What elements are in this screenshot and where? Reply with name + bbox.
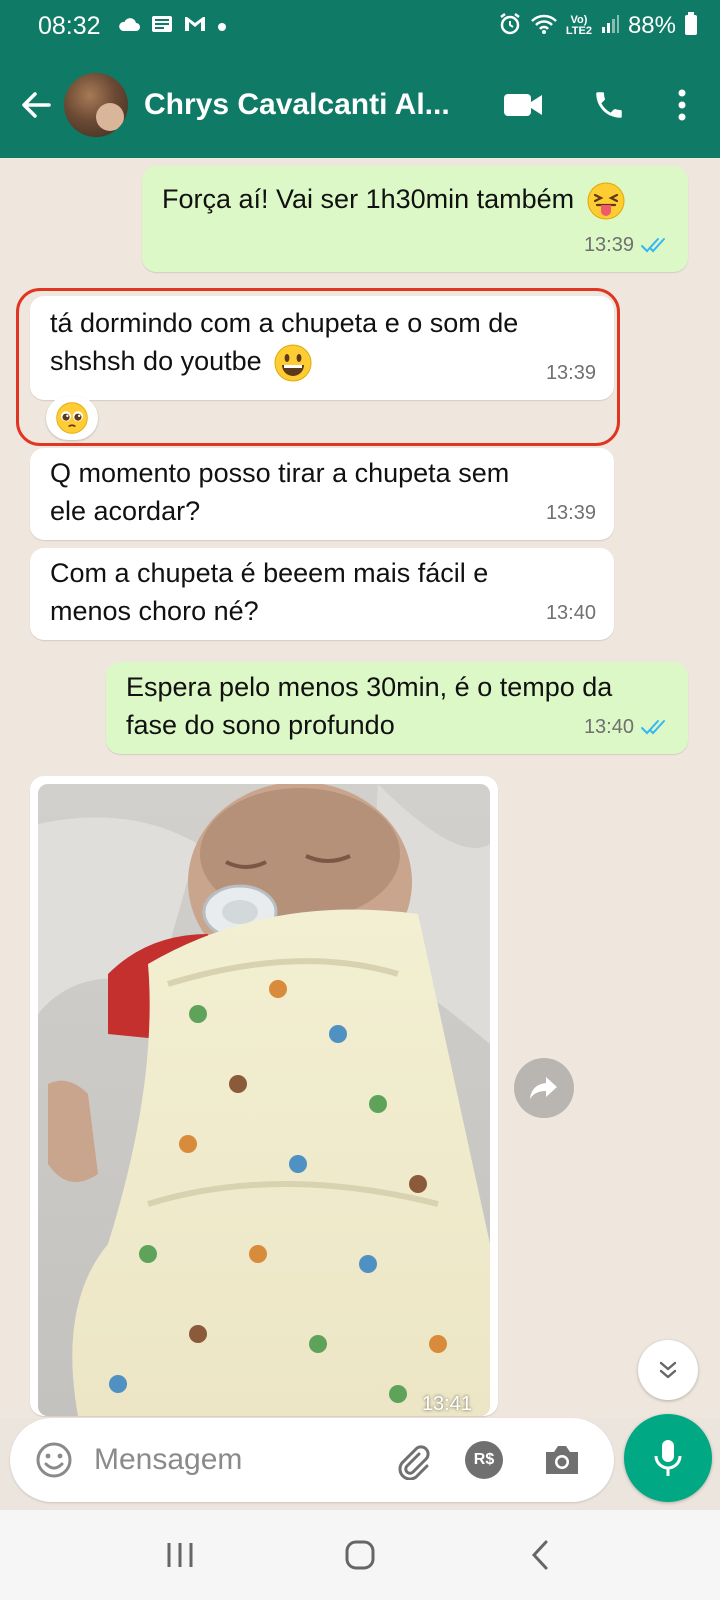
home-button[interactable] — [320, 1525, 400, 1585]
photo-illustration — [38, 784, 490, 1416]
system-nav-bar — [0, 1510, 720, 1600]
attach-button[interactable] — [388, 1436, 436, 1484]
wifi-icon — [530, 13, 558, 39]
scroll-to-bottom-button[interactable] — [638, 1340, 698, 1400]
message-reaction[interactable] — [46, 396, 98, 440]
message-time: 13:39 — [545, 502, 596, 524]
message-time: 13:40 — [583, 716, 634, 738]
message-input[interactable] — [94, 1443, 364, 1477]
back-button[interactable] — [10, 79, 62, 131]
message-time: 13:40 — [545, 602, 596, 624]
camera-icon — [546, 1446, 578, 1474]
message-bubble-outgoing[interactable]: Espera pelo menos 30min, é o tempo da fa… — [106, 662, 688, 754]
pleading-face-icon — [56, 402, 88, 434]
cloud-icon — [117, 15, 141, 37]
back-icon — [531, 1540, 548, 1570]
message-text-line1: Q momento posso tirar a chupeta sem — [50, 458, 510, 488]
message-text: Força aí! Vai ser 1h30min também — [162, 184, 575, 214]
chat-header: Chrys Cavalcanti Al... — [0, 52, 720, 158]
camera-button[interactable] — [538, 1436, 586, 1484]
alarm-icon — [498, 12, 522, 40]
payment-button[interactable]: R$ — [460, 1436, 508, 1484]
message-text-line1: Espera pelo menos 30min, é o tempo da — [126, 672, 613, 702]
grinning-face-icon — [274, 344, 312, 382]
gmail-icon — [183, 15, 207, 37]
message-time: 13:39 — [583, 234, 634, 256]
network-label: LTE2 — [565, 25, 592, 37]
voice-call-button[interactable] — [566, 75, 652, 135]
signal-icon — [600, 14, 620, 38]
message-meta: 13:40 — [546, 594, 596, 632]
payment-icon: R$ — [465, 1441, 503, 1479]
message-text-line2: shshsh do youtbe — [50, 346, 262, 376]
payment-label: R$ — [473, 1451, 495, 1468]
video-call-icon — [504, 94, 542, 116]
baby-photo[interactable]: 13:41 — [38, 784, 490, 1416]
dot-icon — [217, 16, 227, 36]
read-ticks-icon — [641, 238, 665, 253]
attach-icon — [398, 1445, 430, 1480]
phone-icon — [596, 92, 622, 118]
message-meta: 13:39 — [584, 226, 670, 264]
message-input-box[interactable]: R$ — [10, 1418, 614, 1502]
image-time: 13:41 — [421, 1393, 472, 1415]
squinting-face-tongue-icon — [587, 182, 625, 220]
double-chevron-down-icon — [659, 1361, 677, 1379]
video-call-button[interactable] — [480, 75, 566, 135]
forward-icon — [530, 1077, 557, 1099]
message-bubble-incoming[interactable]: Com a chupeta é beeem mais fácil e menos… — [30, 548, 614, 640]
status-time: 08:32 — [38, 11, 101, 40]
contact-name[interactable]: Chrys Cavalcanti Al... — [144, 88, 464, 122]
message-meta: 13:39 — [546, 354, 596, 392]
mic-icon — [654, 1440, 682, 1476]
back-arrow-icon — [22, 92, 51, 118]
emoji-icon — [36, 1442, 72, 1478]
read-ticks-icon — [641, 720, 665, 735]
image-message[interactable]: 13:41 — [30, 776, 498, 1416]
message-text-line1: Com a chupeta é beeem mais fácil e — [50, 558, 489, 588]
battery-icon — [684, 12, 698, 40]
message-bubble-incoming[interactable]: tá dormindo com a chupeta e o som de shs… — [30, 296, 614, 400]
forward-button[interactable] — [514, 1058, 574, 1118]
message-text-line2: menos choro né? — [50, 596, 259, 626]
volte-icon: Vo) LTE2 — [565, 14, 592, 37]
more-options-button[interactable] — [652, 75, 712, 135]
message-text-line1: tá dormindo com a chupeta e o som de — [50, 308, 519, 338]
composer: R$ — [0, 1414, 720, 1510]
chat-area[interactable]: Força aí! Vai ser 1h30min também 13:39 t… — [0, 158, 720, 1418]
avatar[interactable] — [64, 73, 128, 137]
message-text-line2: ele acordar? — [50, 496, 201, 526]
emoji-button[interactable] — [30, 1436, 78, 1484]
voice-message-button[interactable] — [624, 1414, 712, 1502]
message-meta: 13:39 — [546, 494, 596, 532]
news-icon — [151, 15, 173, 37]
message-bubble-outgoing[interactable]: Força aí! Vai ser 1h30min também 13:39 — [142, 166, 688, 272]
message-meta: 13:40 — [584, 708, 670, 746]
battery-percent: 88% — [627, 12, 676, 39]
home-icon — [345, 1540, 375, 1570]
message-time: 13:39 — [545, 362, 596, 384]
status-bar: 08:32 Vo) LTE2 88% — [0, 0, 720, 52]
recents-button[interactable] — [140, 1525, 220, 1585]
more-vert-icon — [678, 89, 686, 121]
message-bubble-incoming[interactable]: Q momento posso tirar a chupeta sem ele … — [30, 448, 614, 540]
recents-icon — [167, 1543, 193, 1567]
nav-back-button[interactable] — [500, 1525, 580, 1585]
